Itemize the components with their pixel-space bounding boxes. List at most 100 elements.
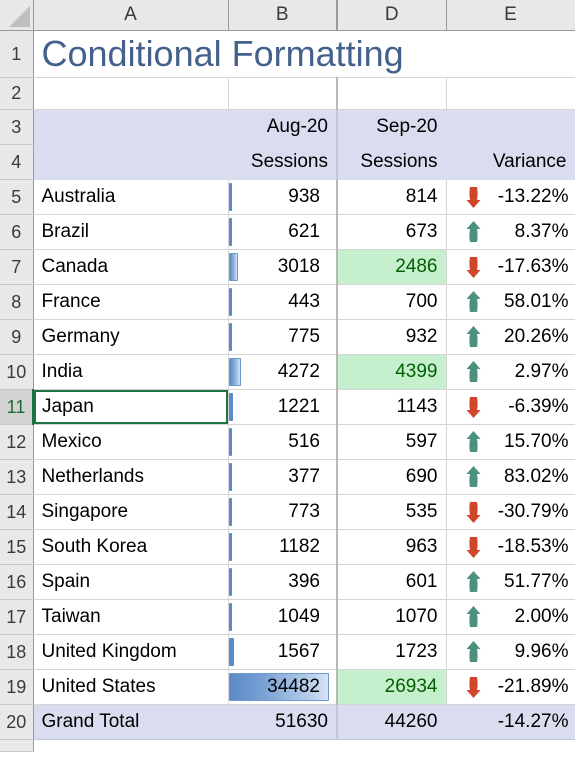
row-header-2[interactable]: 2: [0, 77, 34, 110]
variance-cell[interactable]: 9.96%: [446, 634, 575, 670]
row-header-20[interactable]: 20: [0, 704, 34, 740]
variance-cell[interactable]: 58.01%: [446, 284, 575, 320]
table-header-measure-variance[interactable]: Variance: [446, 144, 575, 180]
row-header-10[interactable]: 10: [0, 354, 34, 390]
country-cell[interactable]: France: [33, 284, 229, 320]
row-header-12[interactable]: 12: [0, 424, 34, 460]
country-cell[interactable]: United Kingdom: [33, 634, 229, 670]
grand-total-aug[interactable]: 51630: [228, 704, 338, 740]
variance-cell[interactable]: 20.26%: [446, 319, 575, 355]
country-cell[interactable]: Netherlands: [33, 459, 229, 495]
column-header-d[interactable]: D: [336, 0, 447, 31]
row-header-17[interactable]: 17: [0, 599, 34, 635]
row-header-4[interactable]: 4: [0, 144, 34, 180]
variance-cell[interactable]: -30.79%: [446, 494, 575, 530]
sep-sessions-cell[interactable]: 690: [337, 459, 447, 495]
worksheet-grid[interactable]: A B D E 1 Conditional Formatting 2 3 Aug-20 Sep-2…: [0, 0, 575, 752]
country-cell[interactable]: Taiwan: [33, 599, 229, 635]
cell-e2[interactable]: [446, 77, 575, 110]
sep-sessions-cell[interactable]: 1723: [337, 634, 447, 670]
variance-cell[interactable]: 83.02%: [446, 459, 575, 495]
aug-sessions-cell[interactable]: 1182: [228, 529, 338, 565]
row-header-14[interactable]: 14: [0, 494, 34, 530]
country-cell[interactable]: United States: [33, 669, 229, 705]
row-header-16[interactable]: 16: [0, 564, 34, 600]
table-header-period-label[interactable]: [33, 109, 229, 145]
row-header-18[interactable]: 18: [0, 634, 34, 670]
aug-sessions-cell[interactable]: 773: [228, 494, 338, 530]
variance-cell[interactable]: -18.53%: [446, 529, 575, 565]
aug-sessions-cell[interactable]: 1221: [228, 389, 338, 425]
aug-sessions-cell[interactable]: 377: [228, 459, 338, 495]
country-cell[interactable]: Singapore: [33, 494, 229, 530]
sep-sessions-cell[interactable]: 4399: [337, 354, 447, 390]
variance-cell[interactable]: 2.00%: [446, 599, 575, 635]
aug-sessions-cell[interactable]: 3018: [228, 249, 338, 285]
cell-b2[interactable]: [228, 77, 338, 110]
aug-sessions-cell[interactable]: 4272: [228, 354, 338, 390]
table-header-period-variance[interactable]: [446, 109, 575, 145]
variance-cell[interactable]: -21.89%: [446, 669, 575, 705]
grand-total-variance[interactable]: -14.27%: [446, 704, 575, 740]
grand-total-sep[interactable]: 44260: [337, 704, 447, 740]
aug-sessions-cell[interactable]: 516: [228, 424, 338, 460]
row-header-11[interactable]: 11: [0, 389, 34, 425]
column-header-b[interactable]: B: [228, 0, 338, 31]
table-header-measure-sep[interactable]: Sessions: [337, 144, 447, 180]
table-header-period-aug[interactable]: Aug-20: [228, 109, 338, 145]
aug-sessions-cell[interactable]: 938: [228, 179, 338, 215]
row-header-13[interactable]: 13: [0, 459, 34, 495]
sep-sessions-cell[interactable]: 700: [337, 284, 447, 320]
cell-d2[interactable]: [337, 77, 447, 110]
sep-sessions-cell[interactable]: 814: [337, 179, 447, 215]
aug-sessions-cell[interactable]: 775: [228, 319, 338, 355]
sep-sessions-cell[interactable]: 597: [337, 424, 447, 460]
variance-cell[interactable]: 51.77%: [446, 564, 575, 600]
row-header-3[interactable]: 3: [0, 109, 34, 145]
country-cell[interactable]: South Korea: [33, 529, 229, 565]
sep-sessions-cell[interactable]: 601: [337, 564, 447, 600]
country-cell[interactable]: Canada: [33, 249, 229, 285]
variance-cell[interactable]: -13.22%: [446, 179, 575, 215]
aug-sessions-cell[interactable]: 34482: [228, 669, 338, 705]
page-title[interactable]: Conditional Formatting: [33, 30, 446, 78]
row-header-1[interactable]: 1: [0, 30, 34, 78]
table-header-period-sep[interactable]: Sep-20: [337, 109, 447, 145]
sep-sessions-cell[interactable]: 932: [337, 319, 447, 355]
cell-e1[interactable]: [446, 30, 575, 78]
country-cell[interactable]: Japan: [33, 389, 229, 425]
sep-sessions-cell[interactable]: 1070: [337, 599, 447, 635]
row-header-9[interactable]: 9: [0, 319, 34, 355]
select-all-corner[interactable]: [0, 0, 34, 31]
column-header-a[interactable]: A: [33, 0, 229, 31]
column-header-e[interactable]: E: [446, 0, 575, 31]
variance-cell[interactable]: 15.70%: [446, 424, 575, 460]
aug-sessions-cell[interactable]: 621: [228, 214, 338, 250]
row-header-5[interactable]: 5: [0, 179, 34, 215]
cell-a2[interactable]: [33, 77, 229, 110]
country-cell[interactable]: Australia: [33, 179, 229, 215]
spreadsheet-canvas[interactable]: A B D E 1 Conditional Formatting 2 3 Aug-20 Sep-2…: [0, 0, 575, 765]
variance-cell[interactable]: 2.97%: [446, 354, 575, 390]
row-header-7[interactable]: 7: [0, 249, 34, 285]
country-cell[interactable]: Germany: [33, 319, 229, 355]
row-header-19[interactable]: 19: [0, 669, 34, 705]
variance-cell[interactable]: -17.63%: [446, 249, 575, 285]
country-cell[interactable]: India: [33, 354, 229, 390]
country-cell[interactable]: Mexico: [33, 424, 229, 460]
sep-sessions-cell[interactable]: 1143: [337, 389, 447, 425]
aug-sessions-cell[interactable]: 443: [228, 284, 338, 320]
aug-sessions-cell[interactable]: 396: [228, 564, 338, 600]
sep-sessions-cell[interactable]: 26934: [337, 669, 447, 705]
row-header-6[interactable]: 6: [0, 214, 34, 250]
table-header-measure-aug[interactable]: Sessions: [228, 144, 338, 180]
aug-sessions-cell[interactable]: 1567: [228, 634, 338, 670]
table-header-measure-label[interactable]: [33, 144, 229, 180]
country-cell[interactable]: Spain: [33, 564, 229, 600]
sep-sessions-cell[interactable]: 673: [337, 214, 447, 250]
variance-cell[interactable]: 8.37%: [446, 214, 575, 250]
sep-sessions-cell[interactable]: 963: [337, 529, 447, 565]
grand-total-label[interactable]: Grand Total: [33, 704, 229, 740]
sep-sessions-cell[interactable]: 535: [337, 494, 447, 530]
country-cell[interactable]: Brazil: [33, 214, 229, 250]
